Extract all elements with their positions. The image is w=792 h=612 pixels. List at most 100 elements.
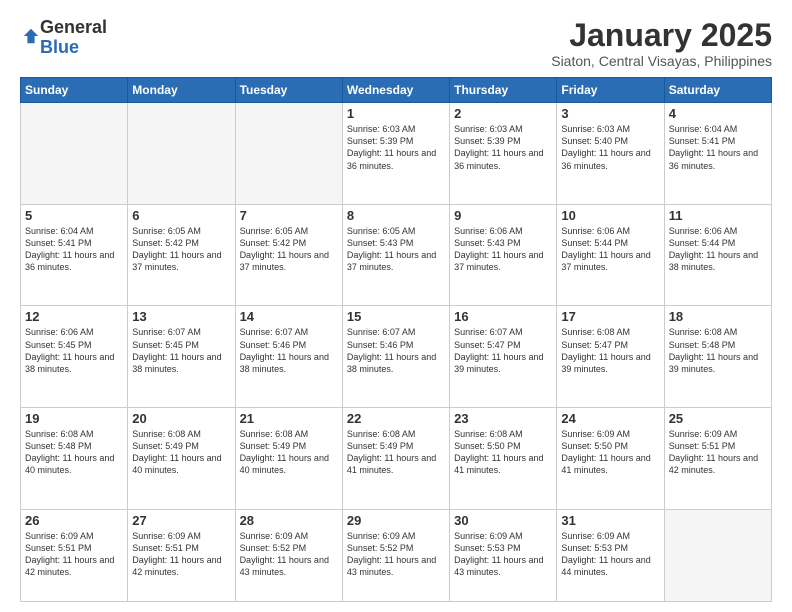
calendar-cell	[235, 103, 342, 205]
day-number: 12	[25, 309, 123, 324]
day-info: Sunrise: 6:07 AM Sunset: 5:45 PM Dayligh…	[132, 326, 230, 375]
calendar-cell: 13Sunrise: 6:07 AM Sunset: 5:45 PM Dayli…	[128, 306, 235, 408]
day-info: Sunrise: 6:08 AM Sunset: 5:49 PM Dayligh…	[132, 428, 230, 477]
day-number: 21	[240, 411, 338, 426]
day-info: Sunrise: 6:03 AM Sunset: 5:39 PM Dayligh…	[347, 123, 445, 172]
day-info: Sunrise: 6:09 AM Sunset: 5:51 PM Dayligh…	[132, 530, 230, 579]
day-number: 25	[669, 411, 767, 426]
calendar-cell: 9Sunrise: 6:06 AM Sunset: 5:43 PM Daylig…	[450, 204, 557, 306]
calendar-cell: 27 Sunrise: 6:09 AM Sunset: 5:51 PM Dayli…	[128, 509, 235, 601]
calendar-cell: 7 Sunrise: 6:05 AM Sunset: 5:42 PM Daylig…	[235, 204, 342, 306]
weekday-header: Thursday	[450, 78, 557, 103]
day-info: Sunrise: 6:09 AM Sunset: 5:50 PM Dayligh…	[561, 428, 659, 477]
weekday-header: Friday	[557, 78, 664, 103]
calendar-cell: 12Sunrise: 6:06 AM Sunset: 5:45 PM Dayli…	[21, 306, 128, 408]
calendar-header-row: SundayMondayTuesdayWednesdayThursdayFrid…	[21, 78, 772, 103]
day-info: Sunrise: 6:04 AM Sunset: 5:41 PM Dayligh…	[25, 225, 123, 274]
calendar-cell: 22Sunrise: 6:08 AM Sunset: 5:49 PM Dayli…	[342, 408, 449, 510]
day-number: 18	[669, 309, 767, 324]
day-number: 15	[347, 309, 445, 324]
calendar-cell	[128, 103, 235, 205]
day-info: Sunrise: 6:08 AM Sunset: 5:47 PM Dayligh…	[561, 326, 659, 375]
calendar-cell: 2Sunrise: 6:03 AM Sunset: 5:39 PM Daylig…	[450, 103, 557, 205]
day-info: Sunrise: 6:07 AM Sunset: 5:46 PM Dayligh…	[240, 326, 338, 375]
calendar-cell: 16Sunrise: 6:07 AM Sunset: 5:47 PM Dayli…	[450, 306, 557, 408]
calendar-cell: 3 Sunrise: 6:03 AM Sunset: 5:40 PM Daylig…	[557, 103, 664, 205]
day-number: 19	[25, 411, 123, 426]
calendar-week-row: 26Sunrise: 6:09 AM Sunset: 5:51 PM Dayli…	[21, 509, 772, 601]
day-number: 2	[454, 106, 552, 121]
calendar-cell: 15Sunrise: 6:07 AM Sunset: 5:46 PM Dayli…	[342, 306, 449, 408]
day-info: Sunrise: 6:05 AM Sunset: 5:43 PM Dayligh…	[347, 225, 445, 274]
calendar-cell: 18Sunrise: 6:08 AM Sunset: 5:48 PM Dayli…	[664, 306, 771, 408]
calendar-week-row: 5 Sunrise: 6:04 AM Sunset: 5:41 PM Daylig…	[21, 204, 772, 306]
day-number: 3	[561, 106, 659, 121]
day-info: Sunrise: 6:09 AM Sunset: 5:51 PM Dayligh…	[25, 530, 123, 579]
calendar-table: SundayMondayTuesdayWednesdayThursdayFrid…	[20, 77, 772, 602]
calendar-cell: 11Sunrise: 6:06 AM Sunset: 5:44 PM Dayli…	[664, 204, 771, 306]
logo-icon	[22, 27, 40, 45]
day-info: Sunrise: 6:06 AM Sunset: 5:43 PM Dayligh…	[454, 225, 552, 274]
header: General Blue January 2025 Siaton, Centra…	[20, 18, 772, 69]
day-info: Sunrise: 6:08 AM Sunset: 5:50 PM Dayligh…	[454, 428, 552, 477]
calendar-cell: 24 Sunrise: 6:09 AM Sunset: 5:50 PM Dayli…	[557, 408, 664, 510]
calendar-week-row: 12Sunrise: 6:06 AM Sunset: 5:45 PM Dayli…	[21, 306, 772, 408]
day-number: 7	[240, 208, 338, 223]
day-number: 31	[561, 513, 659, 528]
day-info: Sunrise: 6:08 AM Sunset: 5:49 PM Dayligh…	[240, 428, 338, 477]
weekday-header: Sunday	[21, 78, 128, 103]
calendar-week-row: 19 Sunrise: 6:08 AM Sunset: 5:48 PM Dayli…	[21, 408, 772, 510]
calendar-cell: 29 Sunrise: 6:09 AM Sunset: 5:52 PM Dayli…	[342, 509, 449, 601]
day-info: Sunrise: 6:09 AM Sunset: 5:53 PM Dayligh…	[454, 530, 552, 579]
calendar-cell: 31 Sunrise: 6:09 AM Sunset: 5:53 PM Dayli…	[557, 509, 664, 601]
day-number: 17	[561, 309, 659, 324]
day-number: 22	[347, 411, 445, 426]
calendar-cell	[664, 509, 771, 601]
logo-text: General Blue	[40, 18, 107, 58]
day-number: 30	[454, 513, 552, 528]
day-number: 23	[454, 411, 552, 426]
calendar-cell: 19 Sunrise: 6:08 AM Sunset: 5:48 PM Dayli…	[21, 408, 128, 510]
day-info: Sunrise: 6:09 AM Sunset: 5:52 PM Dayligh…	[347, 530, 445, 579]
day-number: 5	[25, 208, 123, 223]
day-info: Sunrise: 6:09 AM Sunset: 5:52 PM Dayligh…	[240, 530, 338, 579]
weekday-header: Saturday	[664, 78, 771, 103]
weekday-header: Wednesday	[342, 78, 449, 103]
calendar-cell: 6Sunrise: 6:05 AM Sunset: 5:42 PM Daylig…	[128, 204, 235, 306]
day-info: Sunrise: 6:04 AM Sunset: 5:41 PM Dayligh…	[669, 123, 767, 172]
day-number: 1	[347, 106, 445, 121]
calendar-cell: 30 Sunrise: 6:09 AM Sunset: 5:53 PM Dayli…	[450, 509, 557, 601]
day-number: 14	[240, 309, 338, 324]
calendar-cell: 8Sunrise: 6:05 AM Sunset: 5:43 PM Daylig…	[342, 204, 449, 306]
calendar-cell: 1 Sunrise: 6:03 AM Sunset: 5:39 PM Daylig…	[342, 103, 449, 205]
day-info: Sunrise: 6:06 AM Sunset: 5:44 PM Dayligh…	[561, 225, 659, 274]
calendar-cell: 4Sunrise: 6:04 AM Sunset: 5:41 PM Daylig…	[664, 103, 771, 205]
day-number: 20	[132, 411, 230, 426]
calendar-week-row: 1 Sunrise: 6:03 AM Sunset: 5:39 PM Daylig…	[21, 103, 772, 205]
day-number: 27	[132, 513, 230, 528]
day-number: 29	[347, 513, 445, 528]
day-info: Sunrise: 6:03 AM Sunset: 5:40 PM Dayligh…	[561, 123, 659, 172]
page: General Blue January 2025 Siaton, Centra…	[0, 0, 792, 612]
logo-blue: Blue	[40, 38, 107, 58]
calendar-cell: 17 Sunrise: 6:08 AM Sunset: 5:47 PM Dayli…	[557, 306, 664, 408]
calendar-cell: 26Sunrise: 6:09 AM Sunset: 5:51 PM Dayli…	[21, 509, 128, 601]
location: Siaton, Central Visayas, Philippines	[551, 53, 772, 69]
logo-general: General	[40, 18, 107, 38]
day-info: Sunrise: 6:05 AM Sunset: 5:42 PM Dayligh…	[240, 225, 338, 274]
calendar-cell: 28 Sunrise: 6:09 AM Sunset: 5:52 PM Dayli…	[235, 509, 342, 601]
day-number: 28	[240, 513, 338, 528]
title-block: January 2025 Siaton, Central Visayas, Ph…	[551, 18, 772, 69]
day-info: Sunrise: 6:09 AM Sunset: 5:53 PM Dayligh…	[561, 530, 659, 579]
calendar-cell: 5 Sunrise: 6:04 AM Sunset: 5:41 PM Daylig…	[21, 204, 128, 306]
logo: General Blue	[20, 18, 107, 58]
day-info: Sunrise: 6:08 AM Sunset: 5:48 PM Dayligh…	[25, 428, 123, 477]
calendar-cell: 21 Sunrise: 6:08 AM Sunset: 5:49 PM Dayli…	[235, 408, 342, 510]
day-number: 10	[561, 208, 659, 223]
day-number: 24	[561, 411, 659, 426]
day-info: Sunrise: 6:09 AM Sunset: 5:51 PM Dayligh…	[669, 428, 767, 477]
day-info: Sunrise: 6:06 AM Sunset: 5:44 PM Dayligh…	[669, 225, 767, 274]
day-number: 16	[454, 309, 552, 324]
day-number: 6	[132, 208, 230, 223]
weekday-header: Monday	[128, 78, 235, 103]
